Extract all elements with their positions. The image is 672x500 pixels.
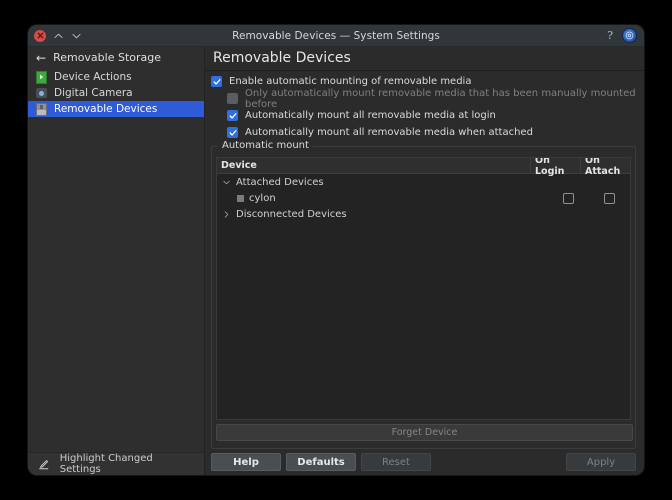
sidebar-item-digital-camera[interactable]: Digital Camera [28,85,204,101]
play-glyph [40,74,44,80]
play-icon [36,70,47,84]
window-body: ← Removable Storage Device Actions Digit… [28,47,644,475]
title-bar: Removable Devices — System Settings ? [28,25,644,47]
checkbox-on-attach[interactable] [604,192,615,204]
checkbox-mount-all-at-login[interactable]: Automatically mount all removable media … [211,107,636,124]
close-icon [37,32,43,39]
tree-cell-on-login [548,192,589,204]
expander-collapsed-glyph [224,210,228,218]
tree-row-attached-devices[interactable]: Attached Devices [217,174,630,190]
help-button[interactable]: ? [607,30,613,41]
checkbox-indicator [227,127,238,138]
back-arrow-icon: ← [36,50,47,65]
tree-row-disconnected-devices[interactable]: Disconnected Devices [217,206,630,222]
checkbox-indicator [227,110,238,121]
device-icon [237,194,244,202]
group-content: Device On Login On Attach Attached Devic… [212,147,635,448]
column-header-on-login[interactable]: On Login [530,158,580,177]
settings-window: Removable Devices — System Settings ? ← … [28,25,644,475]
checkbox-indicator [211,76,222,87]
page-title: Removable Devices [205,47,644,71]
check-icon [229,112,236,119]
device-tree: Device On Login On Attach Attached Devic… [216,157,631,420]
check-icon [213,78,220,85]
sidebar-item-removable-devices[interactable]: Removable Devices [28,101,204,117]
sidebar: ← Removable Storage Device Actions Digit… [28,47,205,475]
drive-icon [36,102,47,116]
tree-cell-device: Attached Devices [217,177,548,188]
main-content: Removable Devices Enable automatic mount… [205,47,644,475]
group-legend: Automatic mount [218,140,313,151]
checkbox-label: Automatically mount all removable media … [245,127,533,138]
forget-device-button[interactable]: Forget Device [216,424,633,441]
checkbox-label: Enable automatic mounting of removable m… [229,76,472,87]
check-icon [229,129,236,136]
tree-row-label: Disconnected Devices [236,208,347,220]
chevron-up-icon [54,33,63,38]
chevron-down-icon [72,33,81,38]
button-bar: Help Defaults Reset Apply [205,449,644,475]
tree-cell-device: Disconnected Devices [217,209,548,220]
sidebar-item-label: Removable Devices [54,103,158,115]
forget-device-wrap: Forget Device [216,420,633,444]
defaults-button[interactable]: Defaults [286,453,356,471]
tree-row-cylon[interactable]: cylon [217,190,630,206]
apply-button: Apply [566,453,636,471]
checkbox-label: Automatically mount all removable media … [245,110,496,121]
checkbox-indicator [227,93,238,104]
column-header-device[interactable]: Device [217,158,530,173]
tree-rows: Attached Devices cylon Disconnected Devi… [217,174,630,419]
column-header-on-attach[interactable]: On Attach [580,158,630,177]
sidebar-back-label: Removable Storage [53,51,162,64]
close-button[interactable] [34,29,46,42]
window-controls-left [34,29,82,42]
gear-icon [625,31,634,40]
shade-up-button[interactable] [53,30,64,41]
sidebar-list: Device Actions Digital Camera Removable … [28,69,204,452]
tree-cell-on-attach [589,192,630,204]
shade-down-button[interactable] [71,30,82,41]
checkbox-only-manually-mounted-before: Only automatically mount removable media… [211,88,636,110]
pencil-glyph [39,459,49,469]
tree-row-label: Attached Devices [236,176,324,188]
chevron-right-icon[interactable] [221,210,231,218]
help-button-bottom[interactable]: Help [211,453,281,471]
sidebar-item-label: Device Actions [54,71,132,83]
sidebar-back[interactable]: ← Removable Storage [28,47,204,69]
reset-button: Reset [361,453,431,471]
highlight-changed-settings-button[interactable]: Highlight Changed Settings [28,452,204,475]
sidebar-item-device-actions[interactable]: Device Actions [28,69,204,85]
window-controls-right: ? [607,25,637,46]
settings-panel: Enable automatic mounting of removable m… [205,71,644,449]
automatic-mount-group: Automatic mount Device On Login On Attac… [211,140,636,449]
pencil-icon [38,458,50,470]
chevron-down-icon[interactable] [221,180,231,185]
camera-icon [36,88,47,99]
window-title: Removable Devices — System Settings [232,29,440,42]
checkbox-on-login[interactable] [563,192,574,204]
expander-expanded-glyph [222,180,230,184]
configure-button[interactable] [622,28,637,43]
checkbox-mount-all-when-attached[interactable]: Automatically mount all removable media … [211,124,636,141]
status-label: Highlight Changed Settings [59,453,153,475]
tree-header: Device On Login On Attach [217,158,630,177]
tree-row-label: cylon [249,192,276,204]
sidebar-item-label: Digital Camera [54,87,133,99]
tree-cell-device: cylon [217,193,548,204]
